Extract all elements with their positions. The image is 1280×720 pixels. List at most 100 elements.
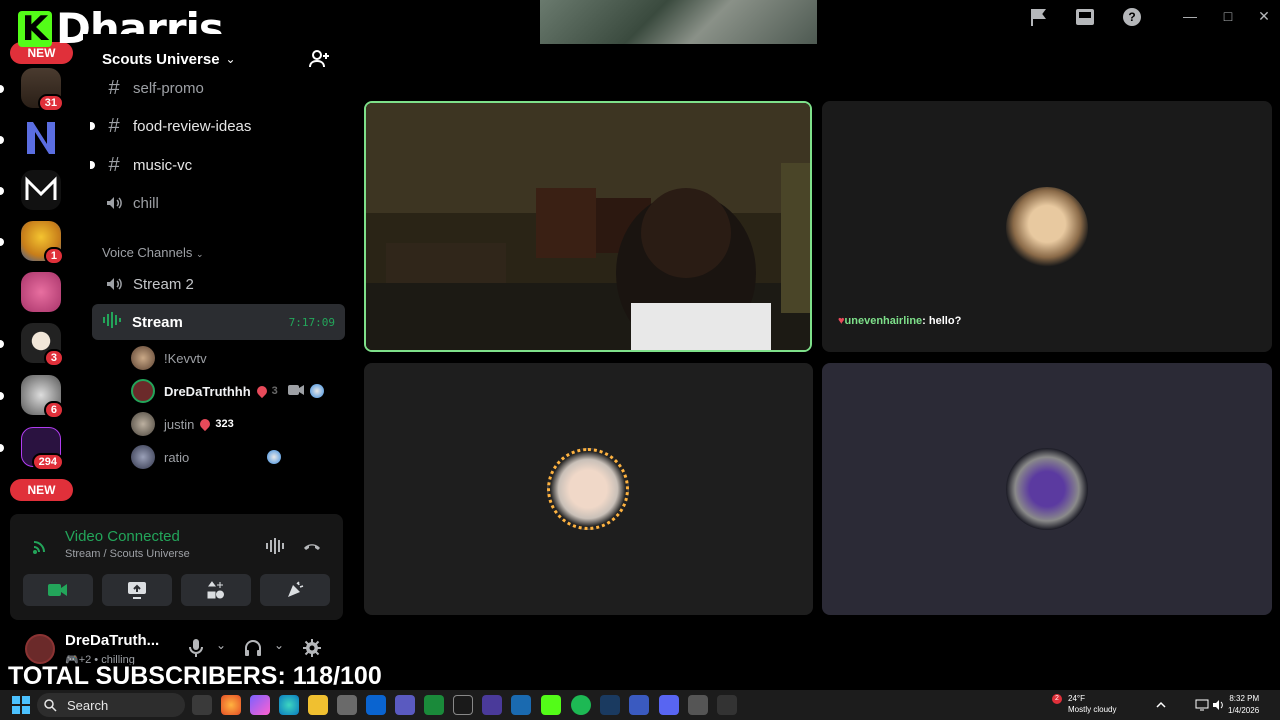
username[interactable]: DreDaTruth...: [65, 632, 159, 649]
editor-icon[interactable]: [453, 695, 473, 715]
soundboard-button[interactable]: [260, 574, 330, 606]
copilot-icon[interactable]: [250, 695, 270, 715]
voice-user[interactable]: ratio: [131, 443, 281, 471]
server-icon[interactable]: 3: [21, 323, 64, 367]
store-icon[interactable]: [337, 695, 357, 715]
edge-icon[interactable]: [279, 695, 299, 715]
avatar: [131, 346, 155, 370]
discord-icon[interactable]: [659, 695, 679, 715]
voice-status[interactable]: Video Connected: [65, 528, 180, 545]
minimize-icon[interactable]: —: [1182, 8, 1198, 24]
channel-self-promo[interactable]: # self-promo: [95, 72, 345, 104]
webcam-tile[interactable]: [364, 101, 812, 352]
mention-badge: 294: [31, 453, 64, 471]
app-icon[interactable]: [511, 695, 531, 715]
app-icon[interactable]: [717, 695, 737, 715]
speaker-icon: [103, 194, 125, 212]
spotify-icon[interactable]: [571, 695, 591, 715]
task-view-icon[interactable]: [192, 695, 212, 715]
server-icon[interactable]: 31: [21, 68, 64, 112]
noise-suppression-icon[interactable]: [265, 536, 285, 556]
settings-icon[interactable]: [688, 695, 708, 715]
inbox-icon[interactable]: [1074, 6, 1096, 28]
windows-start-icon[interactable]: [12, 696, 30, 714]
participant-tile[interactable]: [822, 363, 1272, 615]
hash-icon: #: [108, 114, 120, 137]
server-icon[interactable]: [21, 170, 61, 210]
blood-drop-icon: [198, 416, 213, 432]
steam-icon[interactable]: [600, 695, 620, 715]
settings-gear-icon[interactable]: [302, 638, 322, 658]
hash-icon: #: [108, 153, 120, 176]
chevron-down-icon: ⌄: [195, 249, 204, 259]
server-icon[interactable]: [21, 118, 61, 158]
help-icon[interactable]: ?: [1121, 6, 1143, 28]
voice-connection-panel: Video Connected Stream / Scouts Universe: [10, 514, 343, 620]
taskbar-search[interactable]: Search: [37, 693, 185, 717]
invite-icon[interactable]: [308, 48, 330, 70]
disconnect-icon[interactable]: [302, 536, 322, 556]
channel-chill[interactable]: chill: [95, 187, 345, 219]
headphones-icon[interactable]: [243, 638, 263, 658]
app-icon[interactable]: [629, 695, 649, 715]
server-icon[interactable]: 1: [21, 221, 64, 265]
camera-icon: [287, 384, 304, 399]
svg-text:?: ?: [1128, 10, 1135, 24]
activities-button[interactable]: [181, 574, 251, 606]
avatar[interactable]: [25, 634, 55, 664]
microphone-icon[interactable]: [186, 638, 206, 658]
signal-icon[interactable]: [30, 536, 50, 556]
app-icon[interactable]: [482, 695, 502, 715]
kick-icon[interactable]: [541, 695, 561, 715]
chevron-down-icon: ⌄: [225, 52, 236, 66]
volume-icon[interactable]: [1212, 698, 1226, 712]
subscriber-counter: TOTAL SUBSCRIBERS: 118/100: [8, 662, 382, 690]
outlook-icon[interactable]: [366, 695, 386, 715]
chevron-up-icon[interactable]: [1154, 698, 1168, 712]
guild-name: Scouts Universe: [102, 50, 220, 68]
server-icon[interactable]: [21, 272, 61, 312]
flag-icon[interactable]: [1028, 6, 1050, 28]
voice-user[interactable]: !Kevvtv: [131, 344, 207, 372]
participant-avatar: [1006, 187, 1088, 269]
stream-preview-thumbnail[interactable]: [540, 0, 817, 44]
chevron-down-icon[interactable]: ⌄: [274, 638, 294, 658]
close-icon[interactable]: ✕: [1256, 8, 1272, 24]
search-icon: [44, 699, 57, 712]
kick-logo: K: [18, 10, 52, 47]
voice-channels-category[interactable]: Voice Channels ⌄: [102, 245, 204, 260]
channel-food-review-ideas[interactable]: # food-review-ideas: [90, 110, 345, 142]
clock[interactable]: 8:32 PM 1/4/2026: [1228, 693, 1259, 717]
blood-drop-icon: [254, 383, 269, 399]
webcam-video: [366, 103, 810, 350]
channel-stream-2[interactable]: Stream 2: [95, 268, 345, 300]
screen-share-icon: [128, 582, 146, 599]
sub-badge: 3: [254, 383, 278, 399]
network-icon[interactable]: [1195, 698, 1209, 712]
voice-user[interactable]: DreDaTruthhh 3: [131, 377, 324, 405]
activity-icon: [309, 384, 324, 398]
participant-tile[interactable]: [364, 363, 813, 615]
avatar: [131, 379, 155, 403]
maximize-icon[interactable]: □: [1220, 8, 1236, 24]
participant-avatar: [547, 448, 629, 530]
screen-share-button[interactable]: [102, 574, 172, 606]
chevron-down-icon[interactable]: ⌄: [216, 638, 236, 658]
xbox-icon[interactable]: [424, 695, 444, 715]
participant-tile[interactable]: ♥unevenhairline: hello?: [822, 101, 1272, 352]
mention-badge: 3: [43, 349, 64, 367]
firefox-icon[interactable]: [221, 695, 241, 715]
teams-icon[interactable]: [395, 695, 415, 715]
mention-badge: 1: [43, 247, 64, 265]
channel-music-vc[interactable]: # music-vc: [90, 149, 345, 181]
voice-user[interactable]: justin 323: [131, 410, 234, 438]
file-explorer-icon[interactable]: [308, 695, 328, 715]
channel-stream[interactable]: Stream 7:17:09: [92, 304, 345, 340]
call-timer: 7:17:09: [288, 315, 335, 329]
server-icon[interactable]: 6: [21, 375, 64, 419]
soundboard-icon: [288, 581, 304, 597]
server-icon[interactable]: 294: [21, 427, 64, 471]
camera-icon: [48, 584, 67, 596]
camera-button[interactable]: [23, 574, 93, 606]
voice-location[interactable]: Stream / Scouts Universe: [65, 548, 190, 560]
